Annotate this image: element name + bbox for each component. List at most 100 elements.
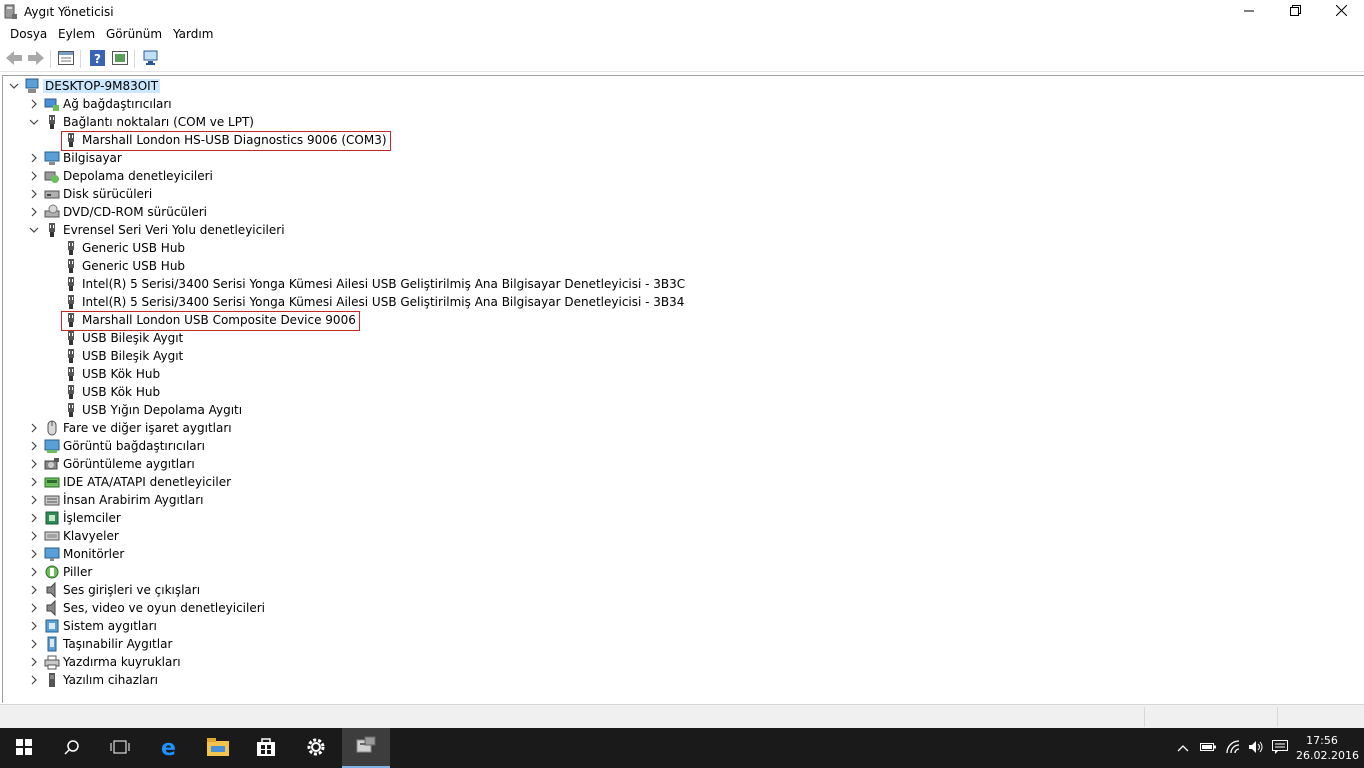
menu-eylem[interactable]: Eylem: [58, 27, 95, 41]
window-title: Aygıt Yöneticisi: [24, 5, 114, 19]
chevron-right-icon[interactable]: [27, 583, 41, 597]
tree-category[interactable]: Bağlantı noktaları (COM ve LPT): [3, 113, 1303, 131]
tree-device[interactable]: Intel(R) 5 Serisi/3400 Serisi Yonga Küme…: [3, 293, 1303, 311]
chevron-down-icon[interactable]: [7, 79, 21, 93]
tree-category[interactable]: Monitörler: [3, 545, 1303, 563]
tree-category[interactable]: İnsan Arabirim Aygıtları: [3, 491, 1303, 509]
tree-category[interactable]: Yazılım cihazları: [3, 671, 1303, 689]
tree-item-label: Generic USB Hub: [82, 241, 186, 255]
volume-icon: [1248, 740, 1264, 757]
device-manager-window: Aygıt Yöneticisi Dosya Eylem Görünüm Yar…: [0, 0, 1364, 728]
chevron-right-icon[interactable]: [27, 151, 41, 165]
tree-category[interactable]: Sistem aygıtları: [3, 617, 1303, 635]
tree-device[interactable]: USB Bileşik Aygıt: [3, 329, 1303, 347]
chevron-right-icon[interactable]: [27, 421, 41, 435]
file-explorer-button[interactable]: [194, 728, 242, 768]
close-button[interactable]: [1318, 0, 1364, 24]
tree-category[interactable]: IDE ATA/ATAPI denetleyiciler: [3, 473, 1303, 491]
tree-device[interactable]: Marshall London USB Composite Device 900…: [3, 311, 1303, 331]
tree-category[interactable]: Taşınabilir Aygıtlar: [3, 635, 1303, 653]
tree-category[interactable]: Piller: [3, 563, 1303, 581]
tree-item-label: USB Yığın Depolama Aygıtı: [82, 403, 243, 417]
battery-tray-button[interactable]: [1200, 740, 1216, 756]
chevron-right-icon[interactable]: [27, 511, 41, 525]
forward-button[interactable]: [26, 49, 46, 69]
battery-icon: [1200, 741, 1216, 755]
chevron-right-icon[interactable]: [27, 205, 41, 219]
portable-device-icon: [44, 636, 60, 652]
task-view-button[interactable]: [96, 728, 144, 768]
mouse-icon: [44, 420, 60, 436]
chevron-right-icon[interactable]: [27, 457, 41, 471]
device-manager-taskbar-button[interactable]: [342, 728, 390, 768]
chevron-right-icon[interactable]: [27, 637, 41, 651]
minimize-button[interactable]: [1226, 0, 1272, 24]
tree-category[interactable]: DVD/CD-ROM sürücüleri: [3, 203, 1303, 221]
usb-icon: [63, 330, 79, 346]
chevron-right-icon[interactable]: [27, 547, 41, 561]
chevron-right-icon[interactable]: [27, 187, 41, 201]
menu-gorunum[interactable]: Görünüm: [106, 27, 162, 41]
tree-category[interactable]: Yazdırma kuyrukları: [3, 653, 1303, 671]
start-button[interactable]: [0, 728, 48, 768]
chevron-right-icon[interactable]: [27, 565, 41, 579]
update-driver-button[interactable]: [110, 49, 130, 69]
tree-category[interactable]: Evrensel Seri Veri Yolu denetleyicileri: [3, 221, 1303, 239]
tree-item-label: Disk sürücüleri: [63, 187, 153, 201]
menu-yardim[interactable]: Yardım: [173, 27, 213, 41]
tree-item-label: Monitörler: [63, 547, 125, 561]
tree-device[interactable]: USB Bileşik Aygıt: [3, 347, 1303, 365]
tree-category[interactable]: İşlemciler: [3, 509, 1303, 527]
chevron-right-icon[interactable]: [27, 529, 41, 543]
back-arrow-icon: [6, 50, 22, 68]
scan-hardware-button[interactable]: [141, 49, 161, 69]
tree-category[interactable]: Klavyeler: [3, 527, 1303, 545]
tray-overflow-button[interactable]: [1175, 740, 1191, 756]
chevron-right-icon[interactable]: [27, 169, 41, 183]
tree-device[interactable]: Generic USB Hub: [3, 257, 1303, 275]
tree-category[interactable]: Görüntü bağdaştırıcıları: [3, 437, 1303, 455]
tree-device[interactable]: USB Kök Hub: [3, 383, 1303, 401]
tree-item-label: Intel(R) 5 Serisi/3400 Serisi Yonga Küme…: [82, 295, 685, 309]
store-button[interactable]: [242, 728, 290, 768]
edge-button[interactable]: e: [146, 728, 194, 768]
action-center-button[interactable]: [1272, 739, 1288, 756]
tree-category[interactable]: Ses, video ve oyun denetleyicileri: [3, 599, 1303, 617]
tree-device[interactable]: Intel(R) 5 Serisi/3400 Serisi Yonga Küme…: [3, 275, 1303, 293]
tree-device[interactable]: Marshall London HS-USB Diagnostics 9006 …: [3, 131, 1303, 151]
settings-button[interactable]: [292, 728, 340, 768]
tree-device[interactable]: USB Yığın Depolama Aygıtı: [3, 401, 1303, 419]
tree-category[interactable]: Disk sürücüleri: [3, 185, 1303, 203]
chevron-right-icon[interactable]: [27, 475, 41, 489]
tree-device[interactable]: USB Kök Hub: [3, 365, 1303, 383]
tree-category[interactable]: Bilgisayar: [3, 149, 1303, 167]
chevron-down-icon[interactable]: [27, 223, 41, 237]
tree-item-label: Sistem aygıtları: [63, 619, 157, 633]
chevron-right-icon[interactable]: [27, 655, 41, 669]
tree-category[interactable]: Görüntüleme aygıtları: [3, 455, 1303, 473]
tree-category[interactable]: Ses girişleri ve çıkışları: [3, 581, 1303, 599]
search-button[interactable]: [48, 728, 96, 768]
chevron-right-icon[interactable]: [27, 619, 41, 633]
chevron-right-icon[interactable]: [27, 601, 41, 615]
volume-tray-button[interactable]: [1248, 740, 1264, 756]
chevron-right-icon[interactable]: [27, 493, 41, 507]
chevron-right-icon[interactable]: [27, 439, 41, 453]
computer-icon: [44, 150, 60, 166]
tree-root[interactable]: DESKTOP-9M83OIT: [3, 77, 1303, 95]
tree-device[interactable]: Generic USB Hub: [3, 239, 1303, 257]
tree-category[interactable]: Depolama denetleyicileri: [3, 167, 1303, 185]
device-tree[interactable]: DESKTOP-9M83OIT Ağ bağdaştırıcıları Bağla…: [2, 75, 1364, 703]
properties-button[interactable]: [56, 49, 76, 69]
back-button[interactable]: [4, 49, 24, 69]
restore-button[interactable]: [1272, 0, 1318, 24]
chevron-down-icon[interactable]: [27, 115, 41, 129]
help-button[interactable]: ?: [87, 49, 107, 69]
taskbar-clock[interactable]: 17:56 26.02.2016: [1296, 733, 1359, 763]
chevron-right-icon[interactable]: [27, 673, 41, 687]
tree-category[interactable]: Fare ve diğer işaret aygıtları: [3, 419, 1303, 437]
network-tray-button[interactable]: [1225, 739, 1241, 756]
chevron-right-icon[interactable]: [27, 97, 41, 111]
tree-category[interactable]: Ağ bağdaştırıcıları: [3, 95, 1303, 113]
menu-dosya[interactable]: Dosya: [10, 27, 47, 41]
